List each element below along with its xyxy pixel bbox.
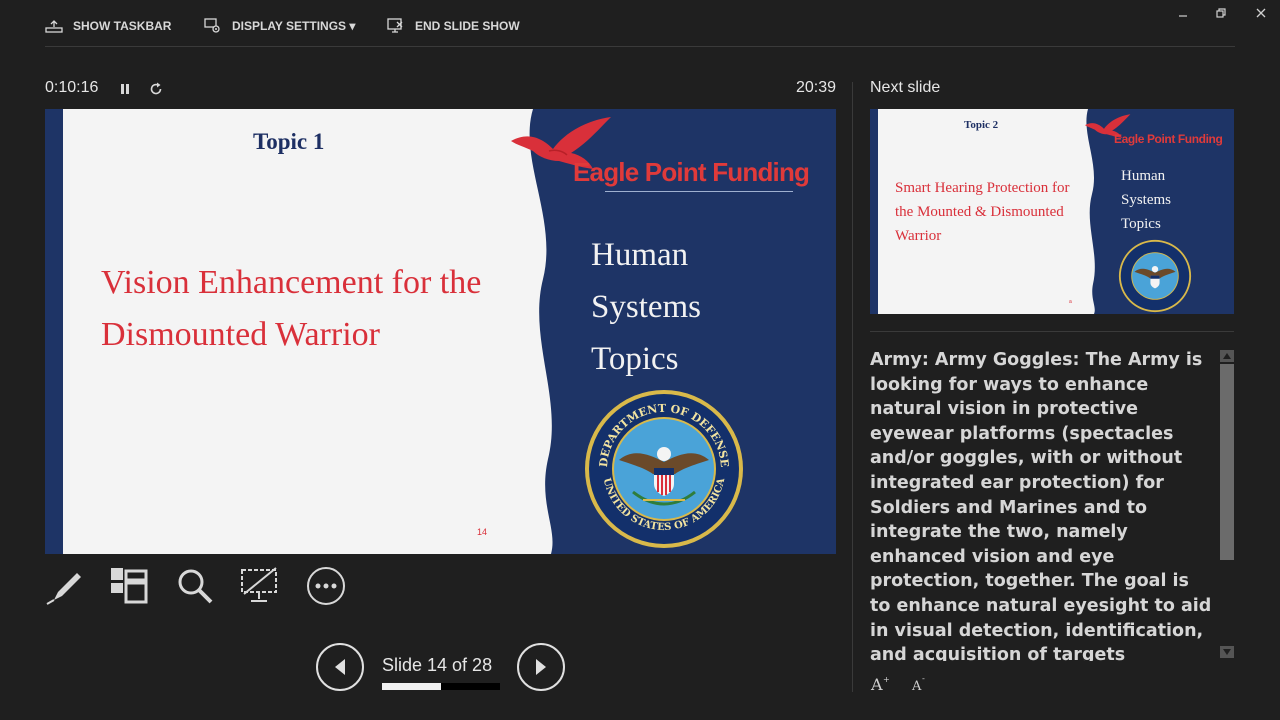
pen-tool-button[interactable] xyxy=(44,566,84,606)
show-taskbar-label: SHOW TASKBAR xyxy=(73,19,172,33)
scroll-up-icon xyxy=(1223,353,1231,359)
next-right-text-line-2: Systems xyxy=(1121,192,1172,208)
previous-arrow-icon xyxy=(335,659,345,675)
next-slide-button[interactable] xyxy=(517,643,565,691)
minimize-icon xyxy=(1179,15,1187,17)
decrease-font-button[interactable]: A - xyxy=(911,674,929,696)
zoom-button[interactable] xyxy=(175,566,215,606)
pause-icon xyxy=(121,84,129,94)
close-icon xyxy=(1256,8,1266,18)
slide-counter[interactable]: Slide 14 of 28 xyxy=(382,655,492,676)
display-settings-label: DISPLAY SETTINGS ▾ xyxy=(232,19,356,33)
all-slides-icon xyxy=(111,568,148,604)
right-text-line-1: Human xyxy=(591,237,689,273)
next-slide-right-text: Human Systems Topics xyxy=(1121,164,1171,236)
restart-timer-button[interactable] xyxy=(147,80,165,98)
next-right-text-line-1: Human xyxy=(1121,168,1166,184)
brand-underline xyxy=(605,191,793,192)
close-button[interactable] xyxy=(1252,4,1270,22)
notes-divider xyxy=(870,331,1234,332)
next-arrow-icon xyxy=(536,659,546,675)
slide-progress-bar xyxy=(382,683,500,690)
slide-progress-fill xyxy=(382,683,441,690)
scroll-up-button[interactable] xyxy=(1220,350,1234,362)
see-all-slides-button[interactable] xyxy=(109,566,149,606)
scroll-down-button[interactable] xyxy=(1220,646,1234,658)
restore-button[interactable] xyxy=(1212,4,1230,22)
svg-text:-: - xyxy=(922,674,925,683)
slide-title: Vision Enhancement for the Dismounted Wa… xyxy=(101,264,482,353)
pause-timer-button[interactable] xyxy=(116,80,134,98)
minimize-button[interactable] xyxy=(1174,4,1192,22)
font-increase-icon: A + xyxy=(870,675,890,694)
font-decrease-icon: A - xyxy=(911,674,925,694)
presenter-toolbar: SHOW TASKBAR DISPLAY SETTINGS ▾ END SLID… xyxy=(0,0,1280,48)
next-brand-name: Eagle Point Funding xyxy=(1114,132,1223,146)
right-text-line-2: Systems xyxy=(591,289,702,325)
speaker-notes[interactable]: Army: Army Goggles: The Army is looking … xyxy=(870,348,1214,661)
restore-icon xyxy=(1216,8,1226,18)
svg-text:A: A xyxy=(911,679,922,692)
right-text-line-3: Topics xyxy=(591,341,679,377)
magnifier-icon xyxy=(178,569,213,604)
next-dod-seal-icon xyxy=(1118,239,1192,313)
end-show-icon xyxy=(387,18,403,33)
current-time: 20:39 xyxy=(795,79,836,96)
more-icon xyxy=(307,567,345,605)
increase-font-button[interactable]: A + xyxy=(870,674,890,697)
screen-off-icon xyxy=(241,567,277,602)
restart-icon xyxy=(150,82,162,95)
next-slide-topic: Topic 2 xyxy=(964,119,999,131)
pane-divider xyxy=(852,82,853,692)
display-settings-icon xyxy=(204,18,220,33)
elapsed-timer: 0:10:16 xyxy=(45,79,99,96)
svg-text:A: A xyxy=(870,675,883,692)
previous-slide-button[interactable] xyxy=(316,643,364,691)
next-slide-page-number: a xyxy=(1069,299,1072,305)
end-slide-show-button[interactable]: END SLIDE SHOW xyxy=(387,15,520,37)
brand-name: Eagle Point Funding xyxy=(573,157,810,187)
slide-topic: Topic 1 xyxy=(253,129,325,154)
display-settings-button[interactable]: DISPLAY SETTINGS ▾ xyxy=(204,15,355,37)
taskbar-icon xyxy=(45,20,63,33)
more-options-button[interactable] xyxy=(306,566,346,606)
next-slide-title: Smart Hearing Protection for the Mounted… xyxy=(895,180,1070,244)
slide-right-text: Human Systems Topics xyxy=(591,229,701,385)
svg-text:+: + xyxy=(883,675,890,684)
scroll-thumb[interactable] xyxy=(1220,364,1234,560)
black-screen-button[interactable] xyxy=(240,566,280,606)
notes-scrollbar[interactable] xyxy=(1220,350,1234,660)
show-taskbar-button[interactable]: SHOW TASKBAR xyxy=(45,15,171,37)
scroll-down-icon xyxy=(1223,649,1231,655)
slide-page-number: 14 xyxy=(477,527,488,537)
next-right-text-line-3: Topics xyxy=(1121,216,1161,232)
dod-seal-icon: DEPARTMENT OF DEFENSE UNITED STATES OF A… xyxy=(585,390,743,548)
next-slide-preview[interactable]: Topic 2 Smart Hearing Protection for the… xyxy=(870,109,1234,314)
end-slide-show-label: END SLIDE SHOW xyxy=(415,19,520,33)
toolbar-divider xyxy=(45,46,1235,47)
pen-icon xyxy=(46,573,81,605)
current-slide: Topic 1 Vision Enhancement for the Dismo… xyxy=(45,109,836,554)
next-slide-label: Next slide xyxy=(870,79,941,96)
